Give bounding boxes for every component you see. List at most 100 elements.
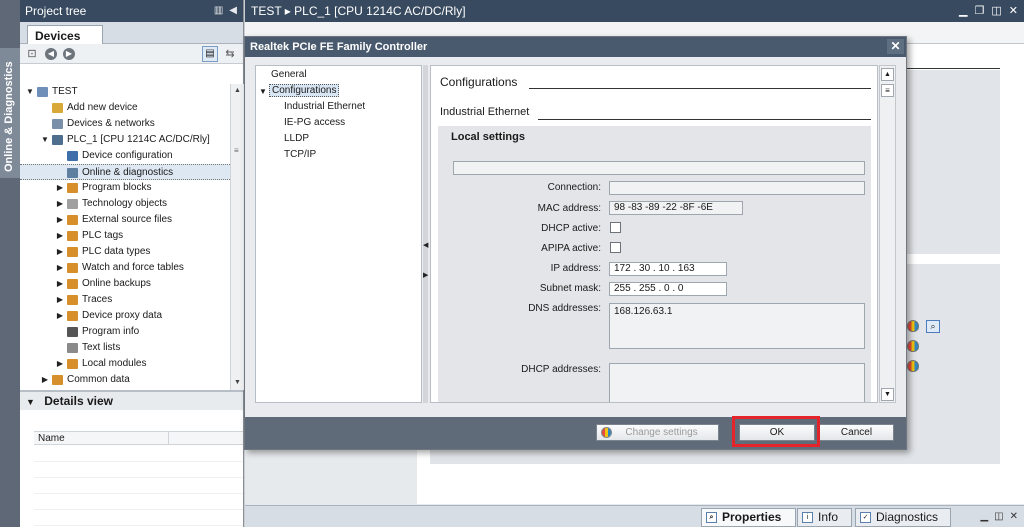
tree-item[interactable]: ▶ PLC data types	[20, 244, 230, 260]
collapse-panel-icon[interactable]: ◀	[229, 5, 237, 16]
text-lists-icon	[67, 343, 78, 353]
collapse-arrow-icon[interactable]: ▶	[55, 212, 65, 228]
nav-industrial-ethernet[interactable]: Industrial Ethernet	[284, 101, 365, 112]
tree-item[interactable]: Add new device	[20, 100, 230, 116]
restore-icon[interactable]: ❐	[975, 4, 985, 17]
connection-label: Connection:	[547, 182, 601, 193]
tree-item[interactable]: ▶ Program blocks	[20, 180, 230, 196]
tree-item[interactable]: ▶ PLC tags	[20, 228, 230, 244]
minimize-panel-icon[interactable]: ▁	[980, 511, 988, 522]
subnet-mask-field[interactable]: 255 . 255 . 0 . 0	[609, 282, 727, 296]
tree-item[interactable]: ▶ Technology objects	[20, 196, 230, 212]
content-scrollbar[interactable]: ▲ ≡ ▼	[879, 65, 896, 403]
scroll-grip-icon[interactable]: ≡	[881, 84, 894, 97]
close-panel-icon[interactable]: ✕	[1010, 511, 1018, 522]
online-icon[interactable]: ⇆	[224, 48, 236, 60]
dialog-splitter[interactable]: ◀ ▶	[423, 65, 428, 403]
scroll-grip-icon: ≡	[234, 146, 239, 155]
tree-item[interactable]: ▼ PLC_1 [CPU 1214C AC/DC/Rly]	[20, 132, 230, 148]
collapse-arrow-icon[interactable]: ▶	[55, 260, 65, 276]
details-view-header[interactable]: ▼ Details view	[20, 390, 243, 410]
tree-item[interactable]: Online & diagnostics	[20, 164, 230, 180]
expand-arrow-icon[interactable]: ▼	[40, 132, 50, 148]
tree-item[interactable]: Devices & networks	[20, 116, 230, 132]
tab-properties-label: Properties	[722, 510, 782, 524]
close-icon[interactable]: ✕	[1009, 4, 1018, 17]
ok-button-highlight	[732, 416, 820, 447]
tree-item[interactable]: Program info	[20, 324, 230, 340]
tree-item[interactable]: ▶ Device proxy data	[20, 308, 230, 324]
apipa-active-checkbox[interactable]	[610, 242, 621, 253]
tab-info[interactable]: i Info	[797, 508, 852, 527]
tree-item[interactable]: ▶ Traces	[20, 292, 230, 308]
tree-item[interactable]: ▼ TEST	[20, 84, 230, 100]
mac-address-label: MAC address:	[537, 203, 601, 214]
minimize-icon[interactable]: ▁	[959, 4, 967, 17]
collapse-arrow-icon[interactable]: ▶	[55, 196, 65, 212]
splitter-right-icon[interactable]: ▶	[423, 271, 428, 281]
dialog-close-button[interactable]: ✕	[887, 39, 904, 54]
nav-configurations[interactable]: Configurations	[269, 84, 340, 97]
tree-item[interactable]: Device configuration	[20, 148, 230, 164]
scroll-down-icon[interactable]: ▼	[881, 388, 894, 401]
network-icon	[52, 119, 63, 129]
shield-icon[interactable]	[907, 360, 919, 372]
online-diagnostics-side-tab[interactable]: Online & Diagnostics	[0, 48, 20, 178]
name-column-header[interactable]: Name	[38, 433, 65, 444]
side-strip: Online & Diagnostics	[0, 0, 20, 527]
nav-general[interactable]: General	[271, 69, 307, 80]
project-tree-list: ▼ TEST Add new device Devices & networks ▼ PL…	[20, 84, 230, 390]
change-settings-button[interactable]: Change settings	[596, 424, 719, 441]
expand-arrow-icon[interactable]: ▼	[25, 84, 35, 100]
tab-diagnostics[interactable]: ✓ Diagnostics	[855, 508, 951, 527]
tab-devices[interactable]: Devices	[27, 25, 103, 45]
tab-properties[interactable]: ⌕ Properties	[701, 508, 796, 527]
tree-item[interactable]: ▶ External source files	[20, 212, 230, 228]
collapse-arrow-icon[interactable]: ▶	[55, 244, 65, 260]
change-settings-icon	[601, 427, 612, 438]
nav-tcp-ip[interactable]: TCP/IP	[284, 149, 316, 160]
panel-layout-icon[interactable]: ▥	[214, 5, 223, 16]
collapse-arrow-icon[interactable]: ▶	[55, 356, 65, 372]
nav-lldp[interactable]: LLDP	[284, 133, 309, 144]
dhcp-active-checkbox[interactable]	[610, 222, 621, 233]
details-grid	[34, 446, 243, 526]
expand-arrow-icon[interactable]: ▼	[259, 87, 267, 96]
collapse-arrow-icon[interactable]: ▶	[55, 292, 65, 308]
search-icon[interactable]: ⌕	[926, 320, 940, 333]
collapse-arrow-icon[interactable]: ▶	[40, 372, 50, 388]
network-adapter-dialog: Realtek PCIe FE Family Controller ✕ Gene…	[244, 36, 907, 450]
scroll-up-icon[interactable]: ▲	[231, 84, 244, 98]
new-folder-icon[interactable]: ⊡	[26, 48, 38, 60]
collapse-arrow-icon[interactable]: ▶	[55, 308, 65, 324]
scroll-down-icon[interactable]: ▼	[231, 376, 244, 390]
tree-item[interactable]: ▶ Online backups	[20, 276, 230, 292]
common-data-icon	[52, 375, 63, 385]
tab-info-label: Info	[818, 510, 839, 524]
back-icon[interactable]: ◀	[45, 48, 57, 60]
scroll-up-icon[interactable]: ▲	[881, 68, 894, 81]
tree-item[interactable]: Text lists	[20, 340, 230, 356]
tree-item[interactable]: ▶ Common data	[20, 372, 230, 388]
dialog-content: Configurations Industrial Ethernet Local…	[430, 65, 878, 403]
float-panel-icon[interactable]: ◫	[994, 511, 1003, 522]
details-view-title: Details view	[44, 394, 113, 408]
shield-icon[interactable]	[907, 340, 919, 352]
tree-item[interactable]: ▶ Watch and force tables	[20, 260, 230, 276]
local-settings-heading: Local settings	[451, 131, 525, 143]
collapse-arrow-icon[interactable]: ▶	[55, 276, 65, 292]
float-icon[interactable]: ◫	[991, 4, 1001, 17]
shield-icon[interactable]	[907, 320, 919, 332]
overview-icon[interactable]: ▤	[202, 46, 218, 62]
tree-item[interactable]: ▶ Local modules	[20, 356, 230, 372]
nav-ie-pg-access[interactable]: IE-PG access	[284, 117, 345, 128]
project-icon	[37, 87, 48, 97]
add-device-icon	[52, 103, 63, 113]
splitter-left-icon[interactable]: ◀	[423, 241, 428, 251]
tree-scrollbar[interactable]: ▲ ≡ ▼	[230, 84, 244, 390]
collapse-arrow-icon[interactable]: ▶	[55, 180, 65, 196]
collapse-arrow-icon[interactable]: ▶	[55, 228, 65, 244]
ip-address-field[interactable]: 172 . 30 . 10 . 163	[609, 262, 727, 276]
forward-icon[interactable]: ▶	[63, 48, 75, 60]
cancel-button[interactable]: Cancel	[819, 424, 894, 441]
